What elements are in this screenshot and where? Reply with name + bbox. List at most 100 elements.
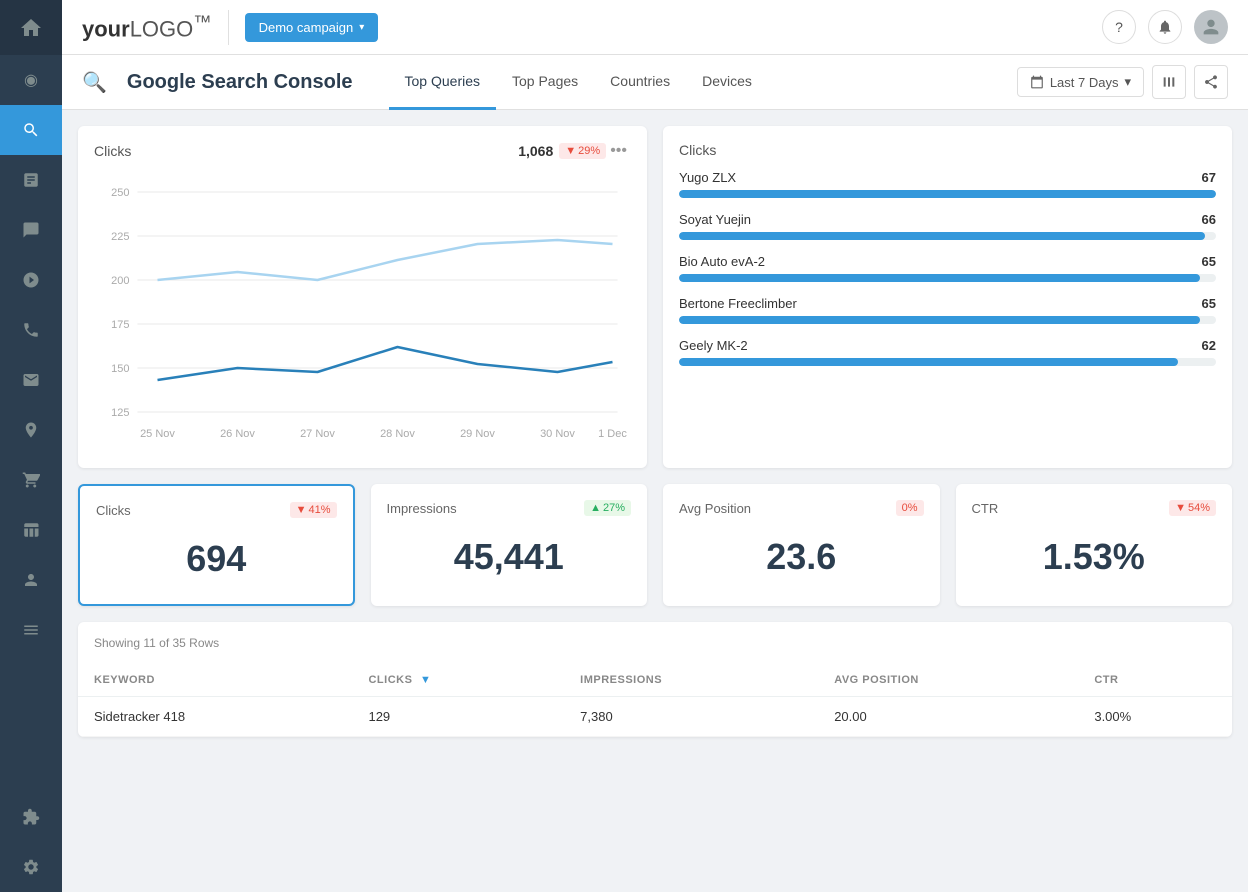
table-header: KEYWORD CLICKS ▼ IMPRESSIONS AVG POSITIO… (78, 664, 1232, 697)
user-avatar[interactable] (1194, 10, 1228, 44)
calendar-icon (1030, 75, 1044, 89)
bar-items: Yugo ZLX 67 Soyat Yuejin 66 (679, 170, 1216, 366)
nav-settings-icon[interactable] (0, 842, 62, 892)
svg-text:26 Nov: 26 Nov (220, 428, 255, 440)
stat-clicks-label: Clicks (96, 503, 131, 518)
up-arrow: ▲ (590, 502, 601, 514)
stat-clicks-value: 694 (96, 530, 337, 588)
nav-plugin-icon[interactable] (0, 792, 62, 842)
stat-card-clicks[interactable]: Clicks ▼ 41% 694 (78, 484, 355, 606)
share-button[interactable] (1194, 65, 1228, 99)
bar-track (679, 274, 1216, 282)
bar-item-value: 67 (1202, 170, 1216, 185)
stat-impressions-label: Impressions (387, 501, 457, 516)
bar-item-value: 66 (1202, 212, 1216, 227)
nav-chat-icon[interactable] (0, 205, 62, 255)
tab-countries[interactable]: Countries (594, 55, 686, 110)
cell-keyword: Sidetracker 418 (78, 697, 352, 737)
stat-avgpos-label: Avg Position (679, 501, 751, 516)
table-body: Sidetracker 418 129 7,380 20.00 3.00% (78, 697, 1232, 737)
cell-avg-position: 20.00 (818, 697, 1078, 737)
bar-track (679, 358, 1216, 366)
nav-mail-icon[interactable] (0, 355, 62, 405)
nav-home-icon[interactable] (0, 0, 62, 55)
logo-your: your (82, 17, 130, 42)
stat-clicks-change: ▼ 41% (290, 502, 337, 518)
stat-impressions-value: 45,441 (387, 528, 632, 586)
nav-table-icon[interactable] (0, 505, 62, 555)
svg-text:30 Nov: 30 Nov (540, 428, 575, 440)
bar-track (679, 232, 1216, 240)
date-dropdown-arrow: ▾ (1124, 74, 1131, 90)
help-button[interactable]: ? (1102, 10, 1136, 44)
bar-track (679, 190, 1216, 198)
svg-text:200: 200 (111, 275, 129, 287)
nav-user-icon[interactable] (0, 555, 62, 605)
avatar-icon (1200, 16, 1222, 38)
left-sidebar: ◉ (0, 0, 62, 892)
date-range-label: Last 7 Days (1050, 75, 1119, 90)
down-arrow-icon: ▼ (565, 145, 576, 157)
columns-button[interactable] (1152, 65, 1186, 99)
stat-impressions-change: ▲ 27% (584, 500, 631, 516)
bar-item-4: Bertone Freeclimber 65 (679, 296, 1216, 324)
bar-item-value: 65 (1202, 254, 1216, 269)
stats-row: Clicks ▼ 41% 694 Impressions ▲ 27% (78, 484, 1232, 606)
notifications-button[interactable] (1148, 10, 1182, 44)
svg-text:1 Dec: 1 Dec (598, 428, 627, 440)
bar-item-1: Yugo ZLX 67 (679, 170, 1216, 198)
bar-card-header: Clicks (679, 142, 1216, 158)
sub-nav: Top Queries Top Pages Countries Devices (389, 55, 768, 109)
nav-location-icon[interactable] (0, 405, 62, 455)
demo-campaign-label: Demo campaign (259, 20, 354, 35)
table-row: Sidetracker 418 129 7,380 20.00 3.00% (78, 697, 1232, 737)
clicks-chart-card: Clicks 1,068 ▼ 29% ••• (78, 126, 647, 468)
logo-logo: LOGO (130, 17, 194, 42)
more-options-button[interactable]: ••• (606, 142, 631, 160)
svg-text:175: 175 (111, 319, 129, 331)
col-clicks[interactable]: CLICKS ▼ (352, 664, 564, 697)
logo-tm: ™ (193, 11, 211, 32)
col-avg-position: AVG POSITION (818, 664, 1078, 697)
nav-phone-icon[interactable] (0, 305, 62, 355)
bar-fill (679, 358, 1178, 366)
columns-icon (1161, 74, 1177, 90)
bar-item-name: Yugo ZLX (679, 170, 736, 185)
nav-search-icon[interactable] (0, 105, 62, 155)
svg-text:29 Nov: 29 Nov (460, 428, 495, 440)
logo-text: yourLOGO™ (82, 11, 212, 42)
topbar-right: ? (1102, 10, 1228, 44)
tab-top-pages[interactable]: Top Pages (496, 55, 594, 110)
demo-campaign-button[interactable]: Demo campaign ▾ (245, 13, 379, 42)
date-range-button[interactable]: Last 7 Days ▾ (1017, 67, 1144, 97)
nav-list-icon[interactable] (0, 605, 62, 655)
nav-reports-icon[interactable] (0, 155, 62, 205)
svg-text:28 Nov: 28 Nov (380, 428, 415, 440)
stat-avgpos-value: 23.6 (679, 528, 924, 586)
chart-change-badge: ▼ 29% (559, 143, 606, 159)
page-title: Google Search Console (127, 71, 353, 94)
col-keyword: KEYWORD (78, 664, 352, 697)
main-area: yourLOGO™ Demo campaign ▾ ? 🔍 Google Sea… (62, 0, 1248, 892)
help-icon: ? (1115, 19, 1123, 35)
stat-ctr-change: ▼ 54% (1169, 500, 1216, 516)
chart-value: 1,068 (518, 143, 553, 159)
bar-track (679, 316, 1216, 324)
tab-top-queries[interactable]: Top Queries (389, 55, 496, 110)
bar-item-name: Geely MK-2 (679, 338, 748, 353)
bar-item-5: Geely MK-2 62 (679, 338, 1216, 366)
nav-analytics-icon[interactable]: ◉ (0, 55, 62, 105)
line-chart-svg: 250 225 200 175 150 125 25 Nov 26 Nov 27… (94, 172, 631, 452)
bar-fill (679, 274, 1200, 282)
svg-text:225: 225 (111, 231, 129, 243)
stat-card-impressions[interactable]: Impressions ▲ 27% 45,441 (371, 484, 648, 606)
svg-text:27 Nov: 27 Nov (300, 428, 335, 440)
cell-ctr: 3.00% (1078, 697, 1232, 737)
bar-item-value: 65 (1202, 296, 1216, 311)
stat-card-ctr[interactable]: CTR ▼ 54% 1.53% (956, 484, 1233, 606)
nav-cart-icon[interactable] (0, 455, 62, 505)
nav-target-icon[interactable] (0, 255, 62, 305)
svg-text:125: 125 (111, 407, 129, 419)
stat-card-avg-position[interactable]: Avg Position 0% 23.6 (663, 484, 940, 606)
tab-devices[interactable]: Devices (686, 55, 768, 110)
